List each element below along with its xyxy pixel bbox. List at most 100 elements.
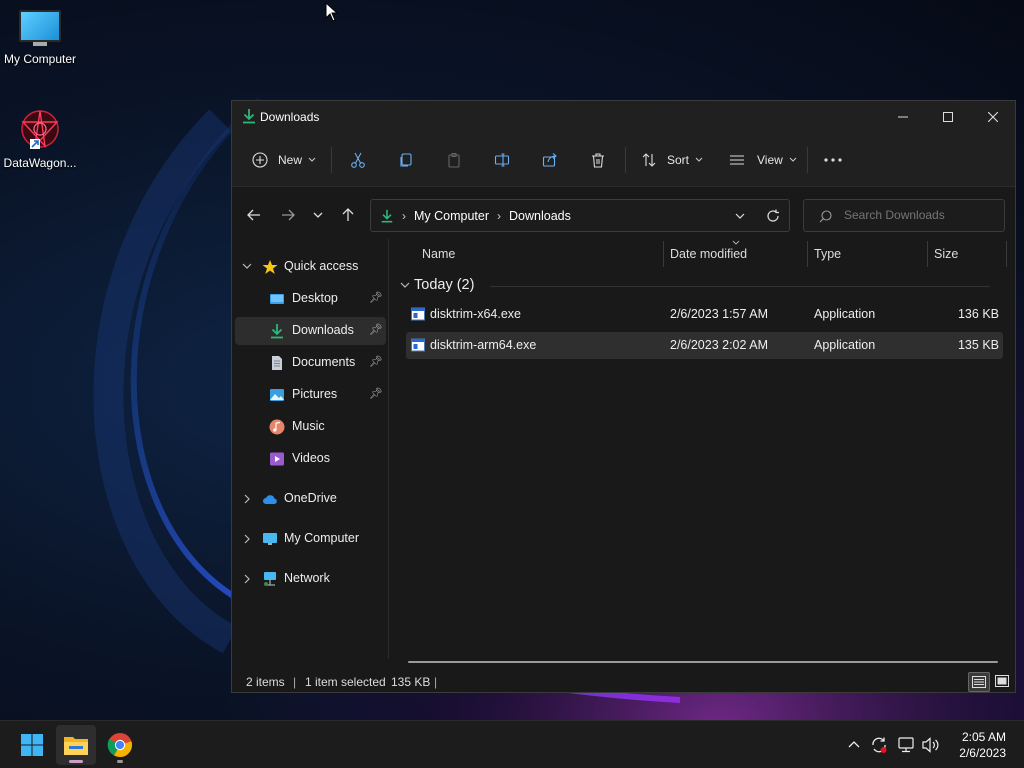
- breadcrumb-my-computer[interactable]: My Computer: [414, 209, 489, 223]
- chevron-up-icon[interactable]: [848, 740, 860, 748]
- datawagon-icon: [21, 110, 59, 149]
- arrow-left-icon: [247, 209, 260, 221]
- forward-button[interactable]: [276, 203, 300, 227]
- sidebar-item-videos[interactable]: Videos: [235, 445, 386, 473]
- column-divider[interactable]: [927, 241, 928, 267]
- running-indicator: [117, 760, 123, 763]
- videos-icon: [270, 452, 284, 466]
- tiles-view-icon: [995, 675, 1009, 687]
- desktop-icon-datawagon[interactable]: DataWagon...: [0, 106, 80, 170]
- download-icon: [243, 109, 255, 124]
- column-divider[interactable]: [807, 241, 808, 267]
- sidebar-item-network[interactable]: Network: [235, 565, 386, 593]
- tiles-view-button[interactable]: [992, 672, 1012, 692]
- back-button[interactable]: [242, 203, 266, 227]
- refresh-icon[interactable]: [766, 209, 780, 223]
- paste-button[interactable]: [446, 145, 462, 175]
- sort-button[interactable]: Sort: [641, 145, 703, 175]
- sort-label: Sort: [667, 153, 690, 167]
- breadcrumb-downloads[interactable]: Downloads: [509, 209, 571, 223]
- column-header-date-modified[interactable]: Date modified: [670, 239, 805, 269]
- minimize-icon: [898, 116, 908, 118]
- star-icon: [262, 260, 278, 274]
- sync-icon[interactable]: [870, 736, 888, 754]
- file-row[interactable]: disktrim-x64.exe 2/6/2023 1:57 AM Applic…: [406, 301, 1003, 328]
- share-icon: [542, 153, 557, 167]
- new-button[interactable]: New: [252, 145, 316, 175]
- group-header-today[interactable]: Today (2): [414, 277, 474, 293]
- plus-circle-icon: [252, 152, 268, 168]
- close-button[interactable]: [970, 101, 1016, 133]
- clipboard-icon: [448, 153, 460, 168]
- window-title: Downloads: [260, 110, 320, 124]
- more-options-button[interactable]: [824, 145, 842, 175]
- folder-icon: [64, 737, 88, 755]
- title-bar[interactable]: Downloads: [232, 101, 1015, 133]
- arrow-right-icon: [282, 209, 295, 221]
- delete-button[interactable]: [590, 145, 606, 175]
- sidebar-item-my-computer[interactable]: My Computer: [235, 525, 386, 553]
- desktop-icon-my-computer[interactable]: My Computer: [0, 10, 80, 66]
- file-row[interactable]: disktrim-arm64.exe 2/6/2023 2:02 AM Appl…: [406, 332, 1003, 359]
- separator: [625, 147, 626, 173]
- chevron-right-icon: [244, 574, 250, 584]
- column-divider[interactable]: [663, 241, 664, 267]
- address-row: › My Computer › Downloads: [232, 187, 1015, 239]
- address-dropdown-icon[interactable]: [735, 213, 745, 220]
- file-date: 2/6/2023 1:57 AM: [670, 307, 768, 321]
- download-icon: [271, 324, 283, 339]
- copy-button[interactable]: [398, 145, 414, 175]
- maximize-button[interactable]: [925, 101, 971, 133]
- group-divider: [490, 286, 990, 287]
- share-button[interactable]: [542, 145, 558, 175]
- column-divider[interactable]: [1006, 241, 1007, 267]
- sidebar-item-label: Desktop: [292, 291, 338, 305]
- sidebar-item-label: Downloads: [292, 323, 354, 337]
- sidebar-item-pictures[interactable]: Pictures 📌︎: [235, 381, 386, 409]
- taskbar-chrome[interactable]: [100, 725, 140, 765]
- status-item-count: 2 items: [246, 675, 285, 689]
- recent-locations-button[interactable]: [306, 203, 330, 227]
- clock[interactable]: 2:05 AM 2/6/2023: [959, 729, 1006, 761]
- cut-button[interactable]: [350, 145, 366, 175]
- sidebar-item-desktop[interactable]: Desktop 📌︎: [235, 285, 386, 313]
- application-icon: [411, 307, 425, 321]
- status-selected-size: 135 KB: [391, 675, 431, 689]
- sidebar-item-label: Pictures: [292, 387, 338, 401]
- sidebar-item-music[interactable]: Music: [235, 413, 386, 441]
- column-header-type[interactable]: Type: [814, 239, 924, 269]
- column-label: Type: [814, 247, 842, 261]
- up-button[interactable]: [336, 203, 360, 227]
- sidebar-item-onedrive[interactable]: OneDrive: [235, 485, 386, 513]
- trash-icon: [592, 153, 604, 168]
- taskbar-file-explorer[interactable]: [56, 725, 96, 765]
- sidebar-item-quick-access[interactable]: Quick access: [235, 253, 386, 281]
- search-input[interactable]: [844, 208, 994, 222]
- column-header-size[interactable]: Size: [934, 239, 1004, 269]
- volume-icon[interactable]: [922, 737, 940, 753]
- chevron-right-icon: [244, 534, 250, 544]
- maximize-icon: [943, 112, 953, 122]
- network-status-icon[interactable]: [898, 737, 916, 753]
- start-button[interactable]: [12, 725, 52, 765]
- status-selected: 1 item selected: [305, 675, 386, 689]
- sidebar-item-label: My Computer: [284, 531, 360, 545]
- desktop-icon-label: My Computer: [3, 52, 77, 66]
- monitor-icon: [263, 533, 277, 545]
- search-box[interactable]: [803, 199, 1005, 232]
- separator: [331, 147, 332, 173]
- chevron-down-icon[interactable]: [400, 282, 410, 289]
- status-divider: |: [434, 675, 438, 689]
- details-view-button[interactable]: [968, 672, 990, 692]
- address-bar[interactable]: › My Computer › Downloads: [370, 199, 790, 232]
- sidebar-item-documents[interactable]: Documents 📌︎: [235, 349, 386, 377]
- horizontal-scrollbar[interactable]: [408, 661, 998, 663]
- minimize-button[interactable]: [880, 101, 926, 133]
- rename-button[interactable]: [494, 145, 510, 175]
- arrow-up-icon: [342, 208, 354, 221]
- column-label: Name: [422, 247, 456, 261]
- view-button[interactable]: View: [729, 145, 797, 175]
- column-header-name[interactable]: Name: [422, 239, 662, 269]
- sidebar-item-downloads[interactable]: Downloads 📌︎: [235, 317, 386, 345]
- chrome-icon: [107, 733, 132, 757]
